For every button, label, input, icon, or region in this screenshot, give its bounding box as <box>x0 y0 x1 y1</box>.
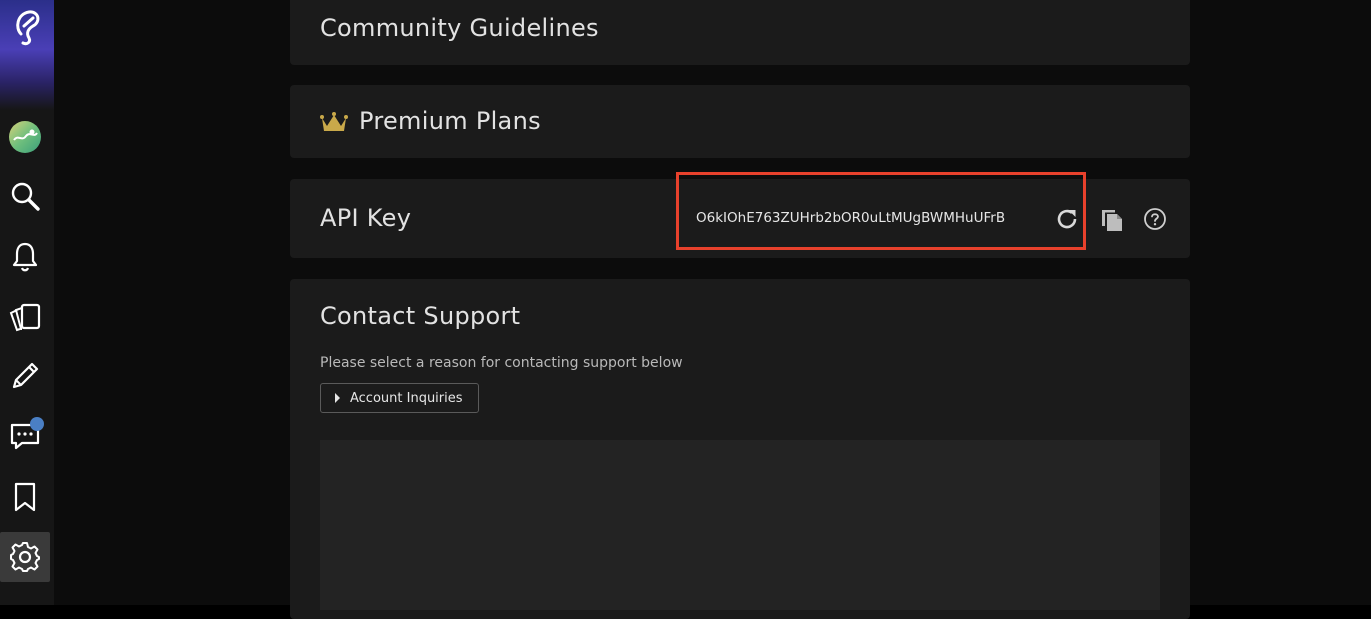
api-key-title: API Key <box>320 204 412 232</box>
cards-icon <box>9 303 41 332</box>
support-prompt: Please select a reason for contacting su… <box>320 355 683 371</box>
bookmarks-button[interactable] <box>0 472 50 522</box>
contact-support-title: Contact Support <box>320 302 521 330</box>
community-guidelines-title: Community Guidelines <box>320 14 599 42</box>
premium-plans-title: Premium Plans <box>359 107 541 135</box>
support-message-field[interactable] <box>320 440 1160 610</box>
crown-icon <box>320 112 348 131</box>
cards-button[interactable] <box>0 292 50 342</box>
bell-icon <box>12 242 38 272</box>
sidebar <box>0 0 54 605</box>
caret-right-icon <box>335 393 340 403</box>
support-reason-dropdown[interactable]: Account Inquiries <box>320 383 479 413</box>
search-button[interactable] <box>0 171 50 221</box>
bookmark-icon <box>14 482 36 512</box>
regenerate-key-button[interactable] <box>1053 205 1081 233</box>
profile-avatar <box>9 121 41 153</box>
messages-badge <box>30 417 44 431</box>
compose-button[interactable] <box>0 351 50 401</box>
notifications-button[interactable] <box>0 232 50 282</box>
messages-button[interactable] <box>0 411 50 461</box>
profile-avatar-button[interactable] <box>0 112 50 162</box>
logo-tile[interactable] <box>0 0 54 110</box>
pencil-icon <box>12 362 39 389</box>
refresh-icon <box>1057 209 1077 229</box>
settings-button[interactable] <box>0 532 50 582</box>
premium-plans-card[interactable]: Premium Plans <box>290 85 1190 158</box>
copy-icon <box>1102 210 1122 231</box>
api-key-card: API Key O6kIOhE763ZUHrb2bOR0uLtMUgBWMHuU… <box>290 172 1190 258</box>
search-icon <box>11 182 40 211</box>
copy-key-button[interactable] <box>1098 205 1126 233</box>
logo-icon <box>16 10 40 46</box>
gear-icon <box>10 542 40 572</box>
api-key-help-button[interactable] <box>1141 205 1169 233</box>
contact-support-card: Contact Support Please select a reason f… <box>290 279 1190 619</box>
community-guidelines-card[interactable]: Community Guidelines <box>290 0 1190 65</box>
api-key-value[interactable]: O6kIOhE763ZUHrb2bOR0uLtMUgBWMHuUFrB <box>696 210 1005 226</box>
help-icon <box>1144 208 1166 230</box>
support-reason-label: Account Inquiries <box>350 390 463 406</box>
